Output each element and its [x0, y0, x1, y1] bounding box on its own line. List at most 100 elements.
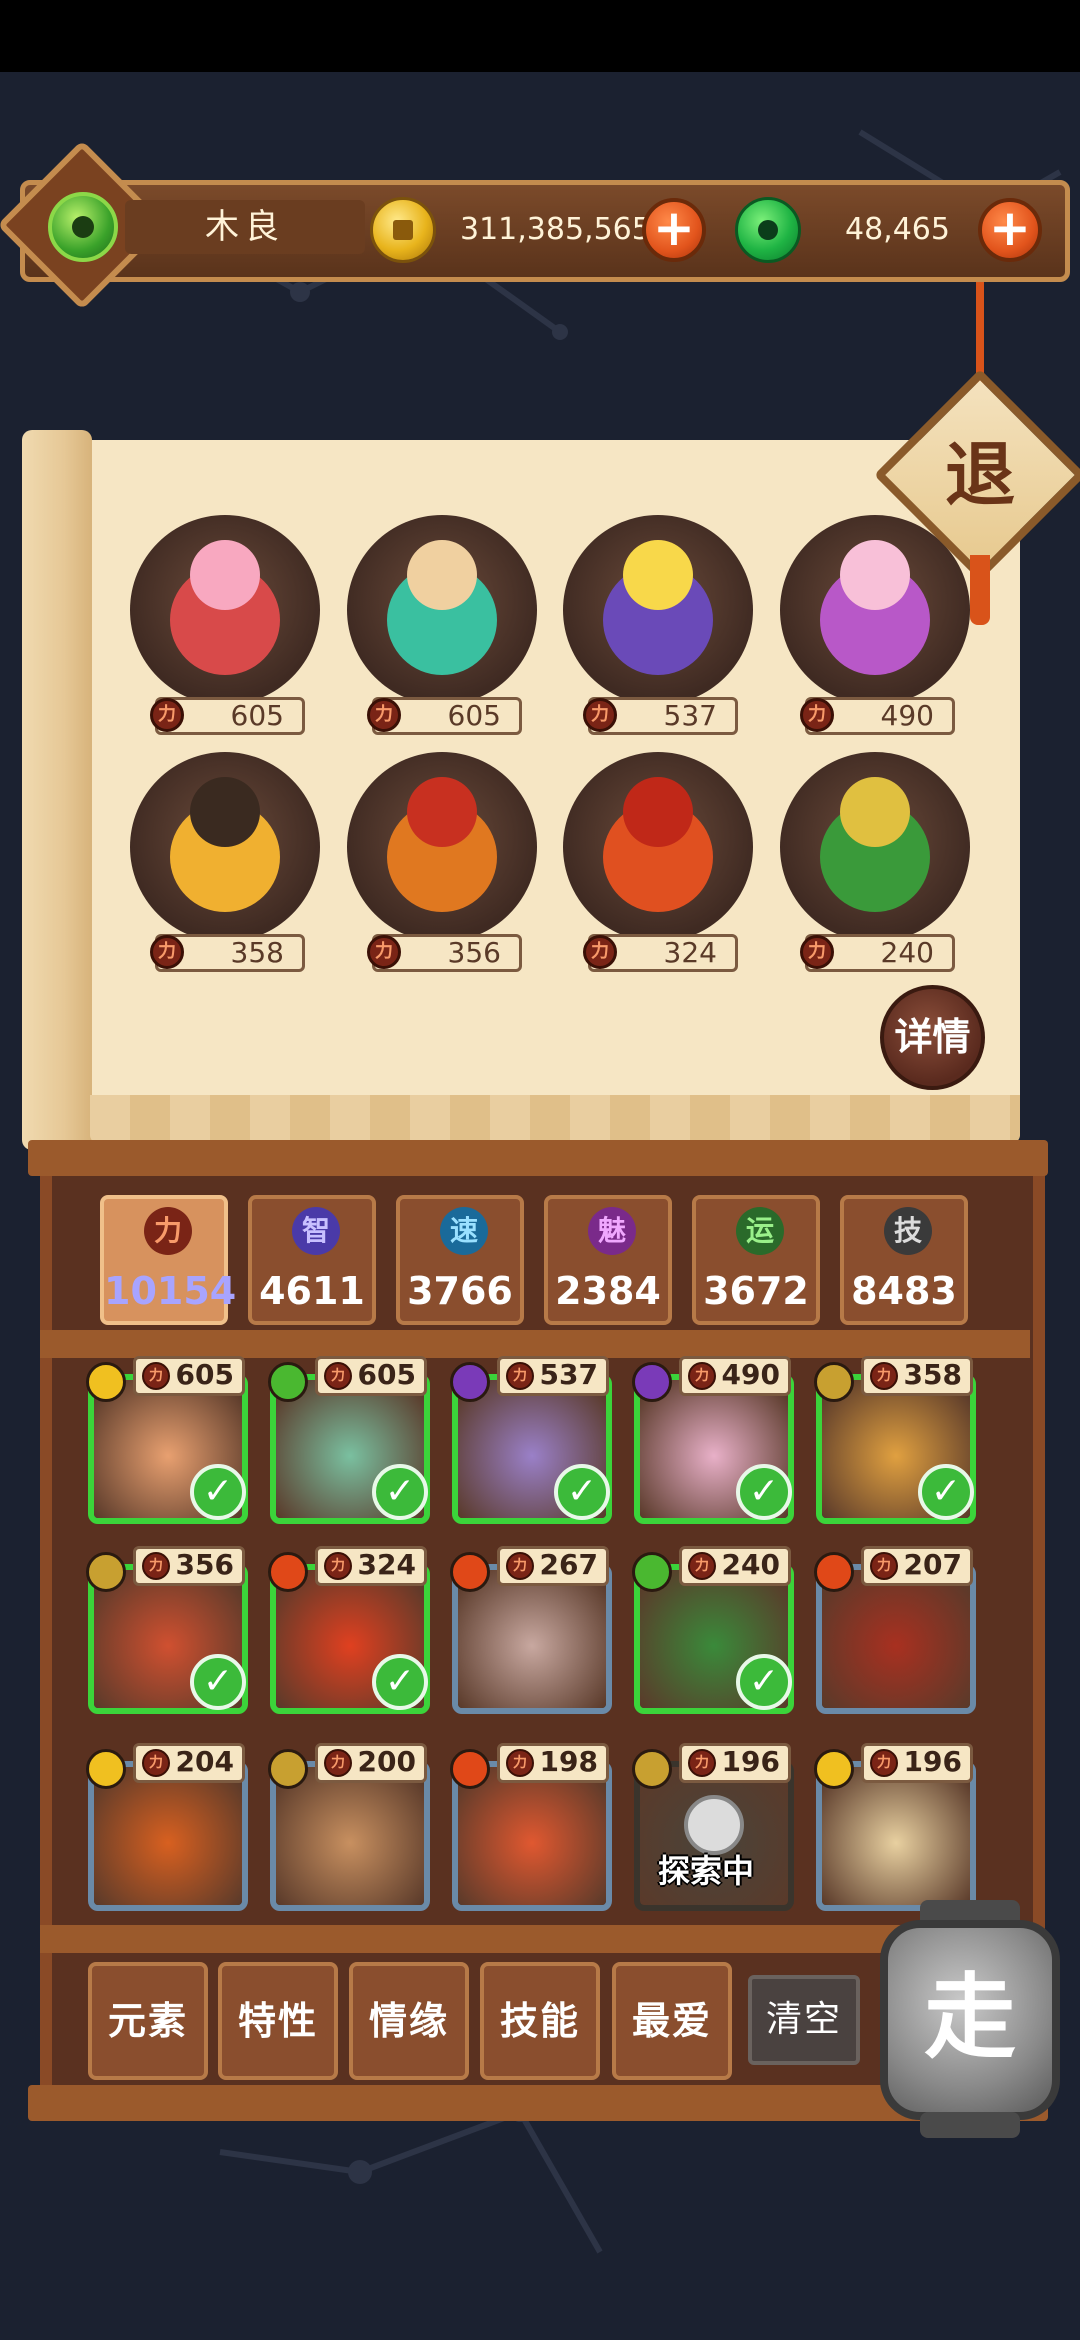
score-value: 324: [357, 1548, 416, 1581]
score-value: 196: [903, 1745, 962, 1778]
score-value: 358: [903, 1358, 962, 1391]
power-icon: 力: [142, 1362, 170, 1390]
hero-power-score: 力 240: [800, 934, 955, 972]
earth-element-icon: [86, 1552, 126, 1592]
earth-element-icon: [814, 1362, 854, 1402]
fire-element-icon: [450, 1552, 490, 1592]
hero-power-score: 力 605: [315, 1356, 427, 1396]
hero-portrait: [94, 1767, 242, 1905]
panel-divider: [40, 1330, 1030, 1358]
hero-power-score: 力 200: [315, 1743, 427, 1783]
power-icon: 力: [870, 1362, 898, 1390]
sun-element-icon: [86, 1749, 126, 1789]
hero-portrait: [563, 752, 753, 942]
score-value: 605: [175, 1358, 234, 1391]
score-value: 605: [230, 699, 284, 732]
selected-check-icon: ✓: [918, 1464, 974, 1520]
go-button[interactable]: 走: [880, 1920, 1060, 2120]
featured-hero[interactable]: 力 537: [558, 515, 758, 745]
featured-hero[interactable]: 力 490: [775, 515, 975, 745]
power-icon: 力: [142, 1552, 170, 1580]
featured-hero[interactable]: 力 324: [558, 752, 758, 982]
score-value: 204: [175, 1745, 234, 1778]
hero-power-score: 力 490: [679, 1356, 791, 1396]
moon-element-icon: [632, 1362, 672, 1402]
power-icon: 力: [506, 1749, 534, 1777]
power-icon: 力: [150, 935, 184, 969]
power-icon: 力: [367, 935, 401, 969]
power-icon: 力: [688, 1552, 716, 1580]
hero-power-score: 力 537: [583, 697, 738, 735]
power-icon: 力: [688, 1362, 716, 1390]
filter-button-2[interactable]: 情缘: [349, 1962, 469, 2080]
power-icon: 力: [150, 698, 184, 732]
score-value: 356: [447, 936, 501, 969]
selected-check-icon: ✓: [736, 1464, 792, 1520]
hero-portrait: [458, 1570, 606, 1708]
stat-value: 10154: [104, 1269, 237, 1313]
score-value: 537: [663, 699, 717, 732]
coin-amount: 311,385,565: [460, 212, 651, 247]
jade-icon: [735, 197, 801, 263]
stat-tab-4[interactable]: 运 3672: [692, 1195, 820, 1325]
selected-check-icon: ✓: [190, 1464, 246, 1520]
power-icon: 力: [583, 698, 617, 732]
selected-check-icon: ✓: [190, 1654, 246, 1710]
earth-element-icon: [268, 1749, 308, 1789]
leaf-element-icon: [268, 1362, 308, 1402]
details-button[interactable]: 详情: [880, 985, 985, 1090]
stat-icon: 智: [292, 1207, 340, 1255]
filter-button-4[interactable]: 最爱: [612, 1962, 732, 2080]
stat-tab-1[interactable]: 智 4611: [248, 1195, 376, 1325]
hero-portrait: [347, 515, 537, 705]
hero-portrait: [822, 1767, 970, 1905]
hero-power-score: 力 240: [679, 1546, 791, 1586]
stat-value: 8483: [851, 1269, 957, 1313]
hero-power-score: 力 196: [861, 1743, 973, 1783]
stat-tab-5[interactable]: 技 8483: [840, 1195, 968, 1325]
lantern-base: [920, 2112, 1020, 2138]
featured-hero[interactable]: 力 358: [125, 752, 325, 982]
power-icon: 力: [367, 698, 401, 732]
fire-element-icon: [814, 1552, 854, 1592]
filter-button-0[interactable]: 元素: [88, 1962, 208, 2080]
power-icon: 力: [324, 1552, 352, 1580]
stat-value: 3672: [703, 1269, 809, 1313]
add-coins-button[interactable]: +: [642, 198, 706, 262]
featured-hero[interactable]: 力 605: [125, 515, 325, 745]
score-value: 605: [357, 1358, 416, 1391]
filter-button-3[interactable]: 技能: [480, 1962, 600, 2080]
hero-power-score: 力 356: [133, 1546, 245, 1586]
hero-power-score: 力 204: [133, 1743, 245, 1783]
filter-button-1[interactable]: 特性: [218, 1962, 338, 2080]
hero-power-score: 力 207: [861, 1546, 973, 1586]
player-avatar-icon[interactable]: [48, 192, 118, 262]
featured-hero[interactable]: 力 240: [775, 752, 975, 982]
hero-portrait: [276, 1767, 424, 1905]
stat-tab-0[interactable]: 力 10154: [100, 1195, 237, 1325]
stat-tab-3[interactable]: 魅 2384: [544, 1195, 672, 1325]
score-value: 267: [539, 1548, 598, 1581]
retreat-button[interactable]: 退: [905, 425, 1055, 525]
power-icon: 力: [583, 935, 617, 969]
scroll-edge: [90, 1095, 1020, 1143]
score-value: 240: [880, 936, 934, 969]
add-jade-button[interactable]: +: [978, 198, 1042, 262]
hero-power-score: 力 356: [367, 934, 522, 972]
selected-check-icon: ✓: [736, 1654, 792, 1710]
exploring-status: 探索中: [658, 1852, 755, 1890]
featured-hero[interactable]: 力 605: [342, 515, 542, 745]
featured-hero[interactable]: 力 356: [342, 752, 542, 982]
leaf-element-icon: [632, 1552, 672, 1592]
stat-icon: 技: [884, 1207, 932, 1255]
stat-value: 2384: [555, 1269, 661, 1313]
hero-portrait: [130, 752, 320, 942]
status-bar: [0, 0, 1080, 72]
stat-tab-2[interactable]: 速 3766: [396, 1195, 524, 1325]
hero-portrait: [780, 752, 970, 942]
hero-portrait: [458, 1767, 606, 1905]
clock-icon: [684, 1795, 744, 1855]
clear-button[interactable]: 清空: [748, 1975, 860, 2065]
power-icon: 力: [688, 1749, 716, 1777]
power-icon: 力: [870, 1749, 898, 1777]
